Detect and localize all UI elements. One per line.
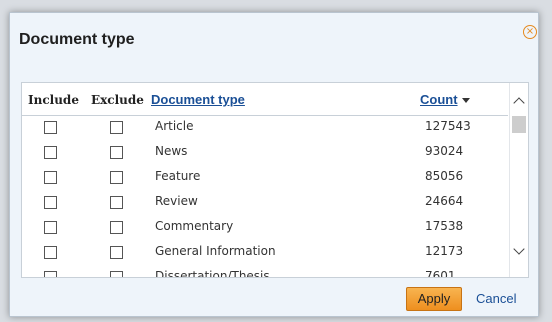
list-scrollbar[interactable]: [509, 83, 528, 277]
include-checkbox[interactable]: [44, 171, 57, 184]
sort-desc-icon: [461, 98, 470, 104]
document-type-label: Dissertation/Thesis: [155, 269, 270, 278]
include-checkbox[interactable]: [44, 271, 57, 277]
exclude-checkbox[interactable]: [110, 221, 123, 234]
table-row: Article 127543: [22, 116, 508, 141]
scroll-up-icon[interactable]: [513, 97, 525, 109]
count-value: 85056: [425, 169, 464, 183]
exclude-checkbox[interactable]: [110, 121, 123, 134]
document-type-label: General Information: [155, 244, 276, 258]
include-checkbox[interactable]: [44, 121, 57, 134]
table-row: Review 24664: [22, 191, 508, 216]
dialog-title: Document type: [19, 31, 135, 48]
count-sort-link[interactable]: Count: [420, 92, 470, 107]
cancel-link[interactable]: Cancel: [476, 291, 516, 306]
document-type-sort-link[interactable]: Document type: [151, 92, 245, 107]
include-checkbox[interactable]: [44, 246, 57, 259]
close-icon[interactable]: ×: [523, 25, 537, 39]
exclude-checkbox[interactable]: [110, 246, 123, 259]
document-type-label: Article: [155, 119, 194, 133]
scroll-down-icon[interactable]: [513, 243, 525, 255]
include-header: Include: [28, 93, 79, 107]
include-checkbox[interactable]: [44, 221, 57, 234]
count-value: 7601: [425, 269, 456, 278]
document-type-label: Commentary: [155, 219, 234, 233]
document-type-label: News: [155, 144, 188, 158]
document-type-label: Review: [155, 194, 198, 208]
count-value: 17538: [425, 219, 464, 233]
exclude-checkbox[interactable]: [110, 146, 123, 159]
count-value: 93024: [425, 144, 464, 158]
document-type-label: Feature: [155, 169, 201, 183]
exclude-header: Exclude: [91, 93, 144, 107]
exclude-checkbox[interactable]: [110, 271, 123, 277]
table-header: Include Exclude Document type Count: [22, 83, 508, 116]
exclude-checkbox[interactable]: [110, 171, 123, 184]
table-row: Dissertation/Thesis 7601: [22, 266, 508, 278]
include-checkbox[interactable]: [44, 146, 57, 159]
table-row: Feature 85056: [22, 166, 508, 191]
scroll-thumb[interactable]: [512, 116, 526, 133]
apply-button[interactable]: Apply: [406, 287, 462, 311]
document-type-dialog: Document type × Include Exclude Document…: [9, 12, 539, 317]
table-row: News 93024: [22, 141, 508, 166]
count-value: 24664: [425, 194, 464, 208]
count-value: 127543: [425, 119, 471, 133]
document-type-list: Include Exclude Document type Count Arti…: [21, 82, 529, 278]
count-value: 12173: [425, 244, 464, 258]
table-row: General Information 12173: [22, 241, 508, 266]
include-checkbox[interactable]: [44, 196, 57, 209]
exclude-checkbox[interactable]: [110, 196, 123, 209]
table-row: Commentary 17538: [22, 216, 508, 241]
